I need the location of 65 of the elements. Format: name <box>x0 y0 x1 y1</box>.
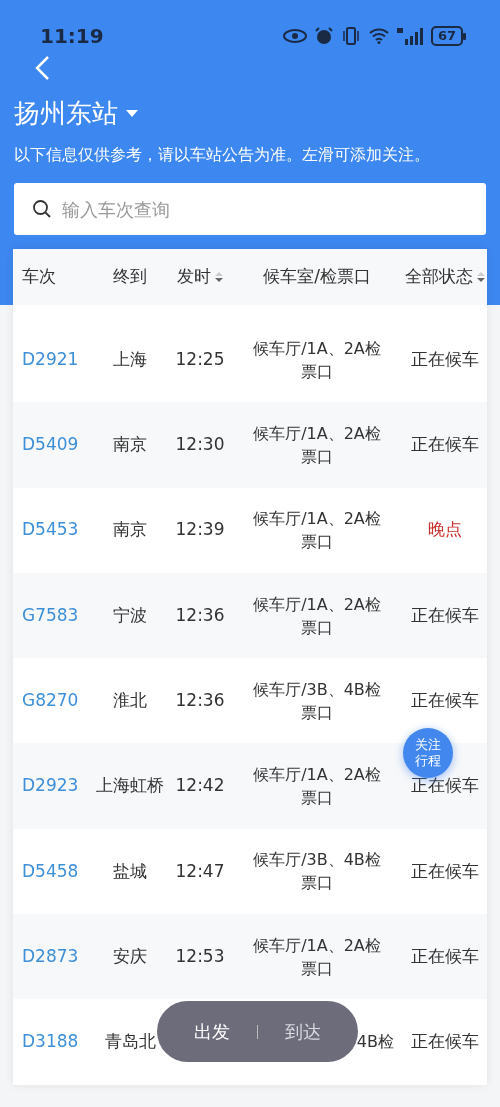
status-cell: 晚点 <box>427 519 462 540</box>
sort-header[interactable]: 全部状态 <box>404 264 473 290</box>
train-number[interactable]: D2921 <box>22 346 92 373</box>
status-time: 11:19 <box>40 23 104 50</box>
train-number[interactable]: D3188 <box>22 1029 92 1055</box>
destination-cell: 安庆 <box>113 945 147 966</box>
destination-cell: 上海虹桥 <box>96 775 164 796</box>
battery-level: 67 <box>430 26 463 46</box>
gate-cell-text: 候车厅/1A、2A检票口 <box>252 593 382 639</box>
column-header: 终到 <box>113 265 147 289</box>
destination-cell: 南京 <box>113 434 147 455</box>
departure-time: 12:36 <box>175 604 225 625</box>
departure-time: 12:36 <box>175 690 225 711</box>
column-header: 车次 <box>22 266 56 287</box>
status-cell: 正在候车 <box>410 1031 479 1052</box>
gate-cell-text: 候车厅/3B、4B检票口 <box>252 849 382 895</box>
alarm-icon <box>314 27 333 45</box>
departure-time: 12:25 <box>175 348 225 369</box>
departure-time: 12:47 <box>175 860 225 881</box>
destination-cell: 南京 <box>113 519 147 540</box>
mode-tab[interactable]: 出发 <box>186 1014 239 1049</box>
status-cell: 正在候车 <box>410 604 479 625</box>
status-cell: 正在候车 <box>410 434 479 455</box>
status-cell: 正在候车 <box>410 775 479 796</box>
destination-cell: 上海 <box>113 348 147 369</box>
departure-time: 12:42 <box>175 775 225 796</box>
gate-cell-text: 候车厅/1A、2A检票口 <box>252 764 382 810</box>
notice-text: 以下信息仅供参考，请以车站公告为准。左滑可添加关注。 <box>14 144 431 166</box>
gate-cell-text: 4B检 <box>356 1031 394 1054</box>
gate-cell-text: 候车厅/1A、2A检票口 <box>252 934 382 980</box>
search-field[interactable]: 输入车次查询 <box>14 183 486 235</box>
gate-cell-text: 候车厅/3B、4B检票口 <box>252 678 382 724</box>
eye-icon <box>282 29 307 43</box>
destination-cell: 淮北 <box>113 690 147 711</box>
sort-icon[interactable] <box>215 271 223 283</box>
status-cell: 正在候车 <box>410 348 479 369</box>
train-number[interactable]: D5409 <box>22 432 92 458</box>
column-header: 候车室/检票口 <box>263 265 371 289</box>
departure-time: 12:53 <box>175 945 225 966</box>
destination-cell: 青岛北 <box>104 1031 156 1052</box>
station-name[interactable]: 扬州东站 <box>14 97 118 129</box>
train-number[interactable]: D5458 <box>22 858 92 885</box>
departure-time: 12:30 <box>175 434 225 455</box>
sort-header[interactable]: 发时 <box>177 264 211 290</box>
status-cell: 正在候车 <box>410 690 479 711</box>
status-cell: 正在候车 <box>410 860 479 881</box>
gate-cell-text: 候车厅/1A、2A检票口 <box>252 508 382 554</box>
destination-cell: 宁波 <box>113 604 147 625</box>
back-icon[interactable] <box>34 55 50 81</box>
gate-cell-text: 候车厅/1A、2A检票口 <box>252 422 382 468</box>
status-cell: 正在候车 <box>410 945 479 966</box>
dropdown-caret-icon[interactable] <box>126 109 138 117</box>
vibrate-icon <box>340 27 361 45</box>
mode-tab[interactable]: 到达 <box>276 1014 329 1049</box>
departure-time: 12:39 <box>175 519 225 540</box>
destination-cell: 盐城 <box>113 860 147 881</box>
signal-icon <box>396 27 423 45</box>
train-number[interactable]: D5453 <box>22 517 92 543</box>
train-number[interactable]: G8270 <box>22 688 92 714</box>
train-number[interactable]: G7583 <box>22 602 92 629</box>
sort-icon[interactable] <box>476 271 485 283</box>
gate-cell-text: 候车厅/1A、2A检票口 <box>252 337 382 383</box>
train-number[interactable]: D2873 <box>22 943 92 970</box>
wifi-icon <box>368 28 389 44</box>
train-number[interactable]: D2923 <box>22 773 92 799</box>
